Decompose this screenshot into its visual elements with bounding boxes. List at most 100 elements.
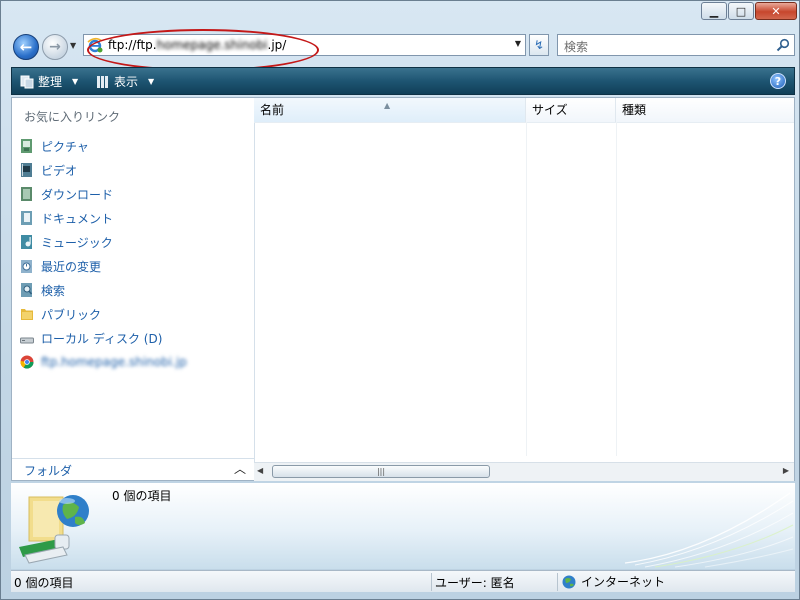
scrollbar-thumb[interactable]: ||| bbox=[272, 465, 490, 478]
views-icon bbox=[97, 75, 108, 88]
recent-changes-icon bbox=[21, 260, 32, 273]
refresh-button[interactable]: ↯ bbox=[529, 34, 549, 56]
local-disk-icon bbox=[20, 337, 34, 344]
favorite-item-recent-changes[interactable]: 最近の変更 bbox=[18, 254, 250, 278]
details-pane: 0 個の項目 bbox=[11, 483, 795, 569]
documents-icon bbox=[21, 211, 32, 225]
details-item-count: 0 個の項目 bbox=[112, 489, 172, 503]
back-button[interactable]: ← bbox=[13, 34, 39, 60]
favorite-item-public[interactable]: パブリック bbox=[18, 302, 250, 326]
organize-label: 整理 bbox=[38, 75, 63, 89]
address-text: ftp://ftp.homepage.shinobi.jp/ bbox=[108, 38, 286, 52]
column-header-name[interactable]: ▲ 名前 bbox=[254, 98, 526, 122]
address-suffix: .jp/ bbox=[267, 38, 287, 52]
address-bar[interactable]: ftp://ftp.homepage.shinobi.jp/ ▼ bbox=[83, 34, 526, 56]
folders-label: フォルダ bbox=[24, 464, 73, 478]
favorite-label: ダウンロード bbox=[41, 187, 114, 202]
favorite-label: 最近の変更 bbox=[41, 259, 102, 274]
main-content: お気に入りリンク ピクチャ ビデオ ダウンロード ドキュメント ミュージック 最… bbox=[11, 97, 795, 481]
sort-ascending-icon: ▲ bbox=[384, 101, 391, 110]
scroll-left-icon[interactable]: ◀ bbox=[257, 466, 263, 475]
address-dropdown-icon[interactable]: ▼ bbox=[515, 39, 521, 48]
status-zone: インターネット bbox=[562, 573, 665, 590]
status-divider bbox=[431, 573, 432, 591]
navigation-bar: ← → ▼ ftp://ftp.homepage.shinobi.jp/ ▼ ↯… bbox=[1, 29, 799, 63]
address-prefix: ftp://ftp. bbox=[108, 38, 157, 52]
folders-toggle[interactable]: フォルダ ︿ bbox=[12, 458, 254, 481]
favorite-links-list: ピクチャ ビデオ ダウンロード ドキュメント ミュージック 最近の変更 検索 パ… bbox=[18, 134, 250, 374]
videos-icon bbox=[21, 163, 32, 177]
file-list-pane: ▲ 名前 サイズ 種類 ◀ ||| ▶ bbox=[254, 98, 794, 481]
favorite-links-title: お気に入りリンク bbox=[24, 110, 121, 124]
address-host-blurred: homepage.shinobi bbox=[156, 38, 268, 52]
favorite-label: ftp.homepage.shinobi.jp bbox=[41, 355, 187, 369]
favorite-label: ローカル ディスク (D) bbox=[41, 331, 163, 346]
ftp-folder-icon bbox=[19, 495, 89, 564]
column-header-size[interactable]: サイズ bbox=[526, 98, 616, 122]
recent-pages-dropdown[interactable]: ▼ bbox=[70, 41, 80, 51]
favorite-label: ミュージック bbox=[41, 235, 113, 250]
organize-button[interactable]: 整理 ▼ bbox=[20, 73, 78, 90]
column-divider bbox=[526, 122, 527, 456]
status-bar: 0 個の項目 ユーザー: 匿名 インターネット bbox=[11, 570, 795, 592]
status-zone-label: インターネット bbox=[581, 575, 666, 589]
favorite-label: ビデオ bbox=[41, 163, 78, 178]
status-user: ユーザー: 匿名 bbox=[435, 576, 515, 590]
views-button[interactable]: 表示 ▼ bbox=[96, 73, 154, 90]
favorite-label: ドキュメント bbox=[41, 211, 114, 226]
close-icon: ✕ bbox=[771, 4, 781, 18]
status-divider bbox=[557, 573, 558, 591]
column-header-row: ▲ 名前 サイズ 種類 bbox=[254, 98, 794, 123]
column-label: サイズ bbox=[532, 103, 568, 117]
favorite-item-ftp-shortcut[interactable]: ftp.homepage.shinobi.jp bbox=[18, 350, 250, 374]
favorite-label: 検索 bbox=[41, 283, 66, 298]
close-button[interactable]: ✕ bbox=[755, 2, 797, 20]
help-button[interactable]: ? bbox=[770, 73, 786, 89]
scrollbar-grip-icon: ||| bbox=[376, 467, 386, 476]
column-label: 種類 bbox=[622, 103, 647, 117]
favorite-item-music[interactable]: ミュージック bbox=[18, 230, 250, 254]
forward-button[interactable]: → bbox=[42, 34, 68, 60]
explorer-window: ▁ □ ✕ ← → ▼ ftp://ftp.homepage.shinobi.j… bbox=[0, 0, 800, 600]
maximize-button[interactable]: □ bbox=[728, 2, 754, 20]
favorite-label: ピクチャ bbox=[41, 139, 89, 154]
refresh-icon: ↯ bbox=[533, 38, 545, 52]
horizontal-scrollbar[interactable]: ◀ ||| ▶ bbox=[254, 462, 794, 481]
favorite-item-downloads[interactable]: ダウンロード bbox=[18, 182, 250, 206]
navigation-pane: お気に入りリンク ピクチャ ビデオ ダウンロード ドキュメント ミュージック 最… bbox=[12, 98, 255, 480]
favorite-item-pictures[interactable]: ピクチャ bbox=[18, 134, 250, 158]
music-icon bbox=[21, 235, 32, 249]
search-placeholder: 検索 bbox=[564, 40, 589, 54]
column-header-type[interactable]: 種類 bbox=[616, 98, 794, 122]
minimize-icon: ▁ bbox=[709, 4, 719, 18]
forward-arrow-icon: → bbox=[49, 39, 61, 55]
organize-caret-icon: ▼ bbox=[72, 77, 79, 86]
status-item-count: 0 個の項目 bbox=[14, 576, 74, 590]
favorite-label: パブリック bbox=[41, 307, 102, 322]
favorite-item-documents[interactable]: ドキュメント bbox=[18, 206, 250, 230]
organize-icon bbox=[20, 75, 34, 88]
maximize-icon: □ bbox=[735, 4, 747, 18]
favorite-item-searches[interactable]: 検索 bbox=[18, 278, 250, 302]
public-folder-icon bbox=[21, 309, 33, 320]
views-caret-icon: ▼ bbox=[148, 77, 155, 86]
search-icon[interactable] bbox=[776, 38, 790, 52]
downloads-icon bbox=[21, 187, 32, 201]
pictures-icon bbox=[21, 139, 32, 153]
help-icon: ? bbox=[774, 75, 782, 88]
back-arrow-icon: ← bbox=[19, 38, 33, 56]
favorite-item-videos[interactable]: ビデオ bbox=[18, 158, 250, 182]
favorite-item-local-disk[interactable]: ローカル ディスク (D) bbox=[18, 326, 250, 350]
column-divider bbox=[616, 122, 617, 456]
command-toolbar: 整理 ▼ 表示 ▼ ? bbox=[11, 67, 795, 95]
chrome-icon bbox=[20, 355, 34, 369]
scroll-right-icon[interactable]: ▶ bbox=[783, 466, 789, 475]
title-bar: ▁ □ ✕ bbox=[1, 1, 799, 29]
globe-icon bbox=[562, 575, 576, 588]
minimize-button[interactable]: ▁ bbox=[701, 2, 727, 20]
chevron-down-icon: ▼ bbox=[70, 41, 77, 50]
column-label: 名前 bbox=[260, 103, 285, 117]
decorative-swoosh bbox=[624, 492, 794, 568]
search-input[interactable]: 検索 bbox=[557, 34, 795, 56]
searches-icon bbox=[21, 283, 33, 297]
